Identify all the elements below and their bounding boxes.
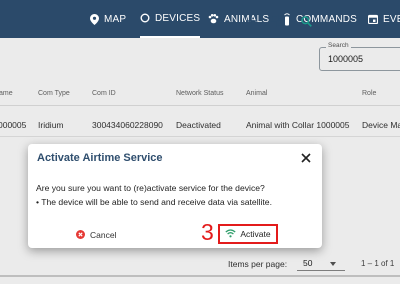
add-icon[interactable] [244,14,258,28]
nav-events[interactable]: EVEN [368,0,400,38]
swap-icon[interactable] [270,14,284,28]
cancel-button-label: Cancel [90,230,117,240]
close-icon[interactable] [300,151,312,163]
calendar-icon [368,14,378,24]
map-pin-icon [90,13,99,25]
dialog-title: Activate Airtime Service [37,152,163,164]
nav-map[interactable]: MAP [90,0,126,38]
ring-icon [140,13,150,23]
dialog-message-detail: • The device will be able to send and re… [36,197,272,207]
remote-icon [283,12,291,26]
nav-commands[interactable]: COMMANDS [283,0,357,38]
wifi-icon [225,228,236,240]
search-icon[interactable] [299,14,313,28]
cancel-button[interactable]: Cancel [76,228,116,242]
nav-animals[interactable]: ANIMALS [208,0,269,38]
nav-events-label: EVEN [383,13,400,25]
nav-devices[interactable]: DEVICES [140,0,201,38]
dialog-message: Are you sure you want to (re)activate se… [36,183,265,193]
activate-button-label: Activate [240,229,271,239]
nav-devices-label: DEVICES [155,12,201,24]
step-number-annotation: 3 [201,219,214,245]
activate-button[interactable]: Activate [218,224,278,244]
top-nav-bar: MAP DEVICES ANIMALS COMMANDS EVEN [0,0,400,38]
cancel-x-icon [76,229,85,241]
nav-map-label: MAP [104,13,127,25]
paw-icon [208,14,219,24]
